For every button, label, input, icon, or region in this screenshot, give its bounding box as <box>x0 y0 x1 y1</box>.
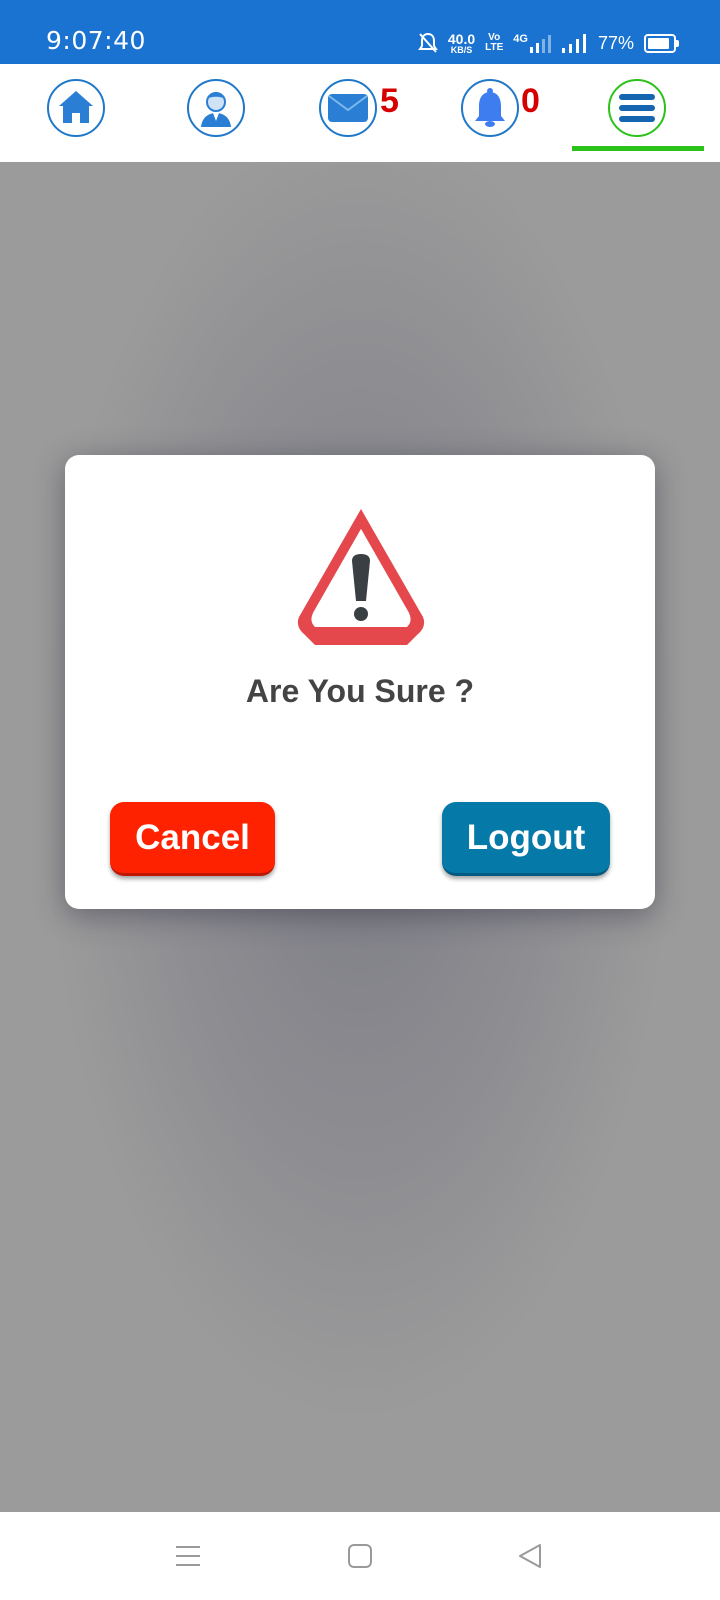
system-nav-bar <box>0 1512 720 1600</box>
nav-profile-button[interactable] <box>187 79 245 137</box>
logout-button[interactable]: Logout <box>442 802 610 876</box>
user-avatar-icon <box>201 92 231 127</box>
hamburger-menu-icon <box>619 94 655 122</box>
messages-badge: 5 <box>380 82 399 120</box>
home-icon <box>59 91 93 123</box>
status-icons: 40.0 KB/S Vo LTE 4G 77% <box>418 28 679 58</box>
recent-apps-icon <box>176 1546 200 1566</box>
warning-triangle-icon <box>297 509 425 645</box>
nav-messages-button[interactable] <box>319 79 377 137</box>
system-home-button[interactable] <box>342 1538 378 1574</box>
battery-icon <box>644 33 679 53</box>
back-triangle-icon <box>519 1544 541 1568</box>
volte-indicator: Vo LTE <box>485 32 504 53</box>
nav-menu-button[interactable] <box>608 79 666 137</box>
nav-home-button[interactable] <box>47 79 105 137</box>
notifications-badge: 0 <box>521 82 540 120</box>
signal-bars-icon <box>561 34 586 53</box>
status-time: 9:07:40 <box>46 26 146 55</box>
status-bar: 9:07:40 40.0 KB/S Vo LTE 4G 77% <box>0 0 720 64</box>
signal-4g-icon: 4G <box>513 33 552 53</box>
net-speed: 40.0 KB/S <box>447 30 476 55</box>
active-tab-indicator <box>572 146 704 151</box>
battery-percent: 77% <box>597 32 634 53</box>
recent-apps-button[interactable] <box>170 1538 206 1574</box>
mute-bell-icon <box>418 32 438 53</box>
logout-confirm-dialog: Are You Sure ? Cancel Logout <box>65 455 655 909</box>
top-nav: 5 0 <box>0 64 720 162</box>
bell-icon <box>475 88 505 127</box>
cancel-button[interactable]: Cancel <box>110 802 275 876</box>
nav-notifications-button[interactable] <box>461 79 519 137</box>
home-square-icon <box>348 1544 372 1568</box>
dialog-title: Are You Sure ? <box>245 673 475 709</box>
mail-icon <box>328 94 368 122</box>
system-back-button[interactable] <box>512 1538 548 1574</box>
